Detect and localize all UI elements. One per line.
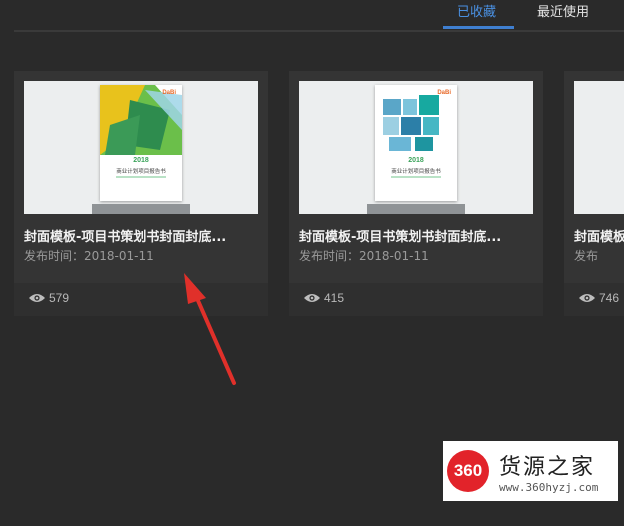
tab-favorites[interactable]: 已收藏 <box>457 4 496 28</box>
card-body: DaBi 2018 商业计划项目报告书 封面模板-项目书策划书封面封底... 发… <box>14 71 268 283</box>
card-body: DaBi 2018 商业计划项目报告书 封面模板-项目书策划书封面封底... 发… <box>289 71 543 283</box>
card-footer: 579 <box>14 283 268 316</box>
book-year: 2018 <box>133 157 149 164</box>
watermark-logo: 360 <box>447 450 489 492</box>
tab-divider <box>14 30 624 32</box>
card-footer: 415 <box>289 283 543 316</box>
template-card[interactable]: DaBi 2018 商业计划项目报告书 封面模板-项目书策划书封面封底... 发… <box>14 71 268 316</box>
watermark: 360 货源之家 www.360hyzj.com <box>443 441 618 501</box>
card-date: 发布 <box>574 249 599 263</box>
card-title[interactable]: 封面模板-项目书策划书封面封底... <box>24 226 264 245</box>
card-date: 发布时间：2018-01-11 <box>24 249 154 263</box>
book-divider <box>391 176 441 178</box>
book-divider <box>116 176 166 178</box>
card-title[interactable]: 封面模板 <box>574 226 624 245</box>
view-count-value: 579 <box>49 291 70 305</box>
template-card[interactable]: 封面模板 发布 746 <box>564 71 624 316</box>
book-logo: DaBi <box>437 90 451 96</box>
card-title[interactable]: 封面模板-项目书策划书封面封底... <box>299 226 539 245</box>
card-footer: 746 <box>564 283 624 316</box>
thumbnail-footer-bar <box>92 204 190 214</box>
book-title: 商业计划项目报告书 <box>116 169 166 175</box>
watermark-name: 货源之家 <box>499 454 596 480</box>
book-cover: DaBi 2018 商业计划项目报告书 <box>100 85 182 201</box>
watermark-url: www.360hyzj.com <box>499 480 599 494</box>
view-count: 415 <box>304 291 344 305</box>
eye-icon <box>29 294 45 302</box>
active-tab-indicator <box>443 26 514 29</box>
view-count-value: 746 <box>599 291 620 305</box>
template-thumbnail: DaBi 2018 商业计划项目报告书 <box>299 81 533 214</box>
watermark-text: 货源之家 www.360hyzj.com <box>499 449 598 494</box>
view-count: 579 <box>29 291 69 305</box>
card-date: 发布时间：2018-01-11 <box>299 249 429 263</box>
template-card[interactable]: DaBi 2018 商业计划项目报告书 封面模板-项目书策划书封面封底... 发… <box>289 71 543 316</box>
tab-recent[interactable]: 最近使用 <box>537 4 589 28</box>
book-title: 商业计划项目报告书 <box>391 169 441 175</box>
template-thumbnail <box>574 81 624 214</box>
tab-bar: 已收藏 最近使用 <box>0 0 624 32</box>
card-clip: 封面模板 发布 746 <box>564 71 624 316</box>
thumbnail-footer-bar <box>367 204 465 214</box>
book-cover: DaBi 2018 商业计划项目报告书 <box>375 85 457 201</box>
view-count-value: 415 <box>324 291 345 305</box>
eye-icon <box>579 294 595 302</box>
view-count: 746 <box>579 291 619 305</box>
book-year: 2018 <box>408 157 424 164</box>
card-body: 封面模板 发布 <box>564 71 624 283</box>
eye-icon <box>304 294 320 302</box>
template-thumbnail: DaBi 2018 商业计划项目报告书 <box>24 81 258 214</box>
book-logo: DaBi <box>162 90 176 96</box>
